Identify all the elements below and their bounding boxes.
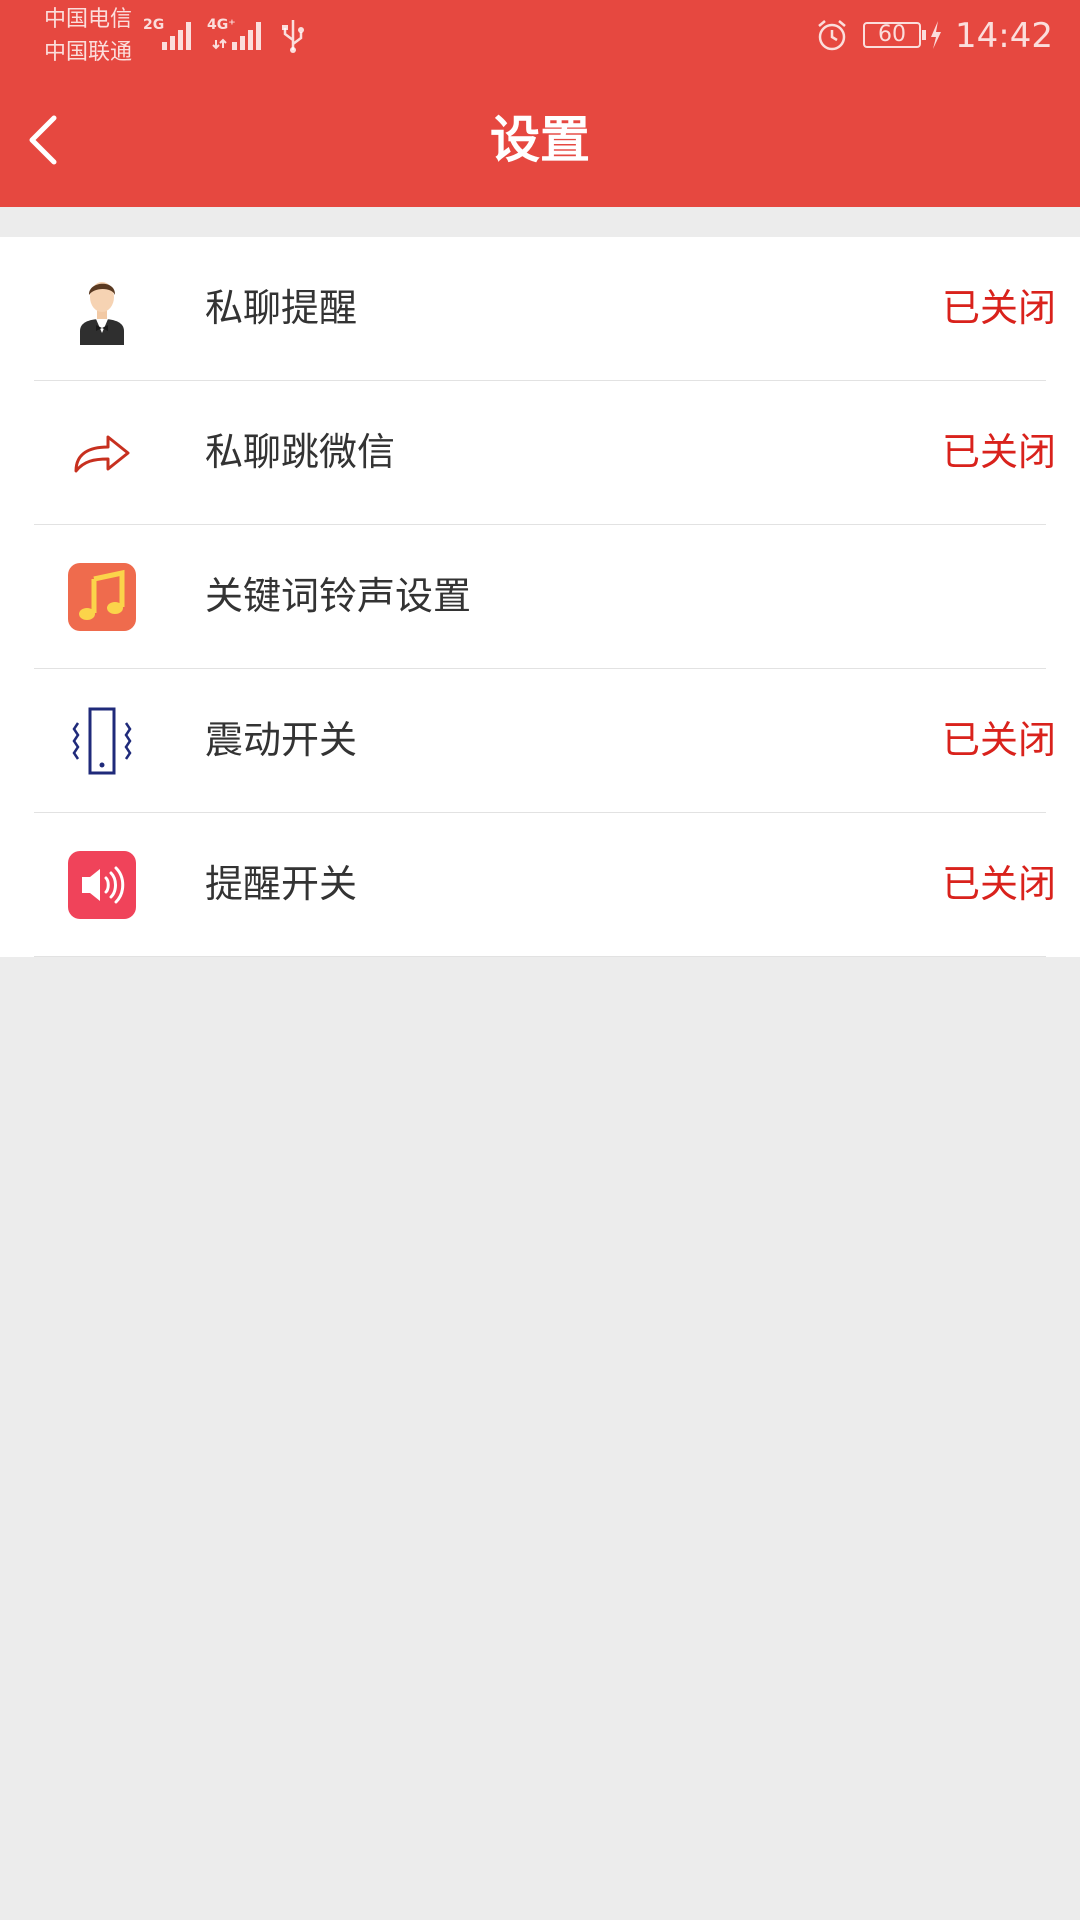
setting-row-private-chat-to-wechat[interactable]: 私聊跳微信 已关闭 [34, 381, 1056, 525]
vibrate-phone-icon [72, 707, 132, 775]
setting-label: 震动开关 [205, 718, 358, 762]
setting-label: 私聊提醒 [205, 286, 358, 330]
sim1-signal-icon [162, 22, 191, 50]
battery-icon: 60 [863, 22, 921, 48]
alarm-icon [818, 20, 846, 51]
usb-icon [282, 20, 304, 53]
setting-row-keyword-ringtone[interactable]: 关键词铃声设置 [34, 525, 1046, 669]
sim2-signal-icon [212, 22, 261, 50]
carrier-1-label: 中国电信 [44, 7, 133, 32]
setting-status: 已关闭 [941, 286, 1056, 330]
settings-list: 私聊提醒 已关闭 私聊跳微信 已关闭 关键词铃声设置 震动开关 已关闭 提醒开关… [0, 237, 1080, 957]
carrier-2-label: 中国联通 [44, 40, 133, 65]
share-arrow-icon [74, 435, 130, 473]
battery-cap [922, 30, 926, 40]
setting-row-vibration[interactable]: 震动开关 已关闭 [34, 669, 1056, 813]
status-time: 14:42 [955, 16, 1053, 56]
page-title: 设置 [490, 111, 590, 169]
waiter-avatar-icon [80, 282, 124, 345]
setting-status: 已关闭 [941, 430, 1056, 474]
app-header: 中国电信 中国联通 2G 4G⁺ 60 14:42 设置 [0, 0, 1080, 207]
setting-label: 关键词铃声设置 [205, 574, 472, 618]
setting-row-private-chat-reminder[interactable]: 私聊提醒 已关闭 [34, 237, 1056, 381]
setting-label: 私聊跳微信 [205, 430, 396, 474]
speaker-icon [68, 851, 136, 919]
setting-label: 提醒开关 [205, 862, 358, 906]
music-note-icon [68, 563, 136, 631]
battery-level: 60 [878, 22, 906, 47]
charging-bolt-icon [931, 21, 941, 49]
setting-status: 已关闭 [941, 718, 1056, 762]
status-bar: 中国电信 中国联通 2G 4G⁺ 60 14:42 [0, 0, 1080, 80]
setting-status: 已关闭 [941, 862, 1056, 906]
setting-row-reminder-switch[interactable]: 提醒开关 已关闭 [34, 813, 1056, 957]
